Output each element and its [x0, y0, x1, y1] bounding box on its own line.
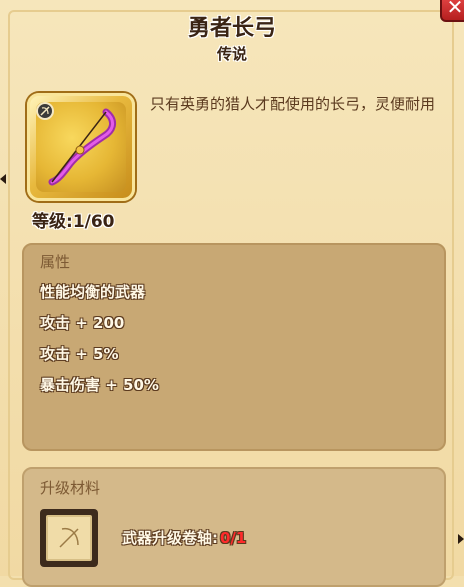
material-requirement: 武器升级卷轴: 0/1 [122, 527, 246, 548]
attributes-panel: 属性 性能均衡的武器 攻击 + 200 攻击 + 5% 暴击伤害 + 50% [22, 243, 446, 451]
level-label: 等级: [32, 212, 73, 232]
attribute-line: 攻击 + 5% [40, 345, 119, 363]
material-label: 武器升级卷轴: [122, 529, 218, 547]
item-title: 勇者长弓 [187, 16, 276, 41]
attribute-line: 性能均衡的武器 [40, 283, 146, 301]
item-rarity: 传说 [216, 45, 247, 63]
upgrade-title: 升级材料 [40, 479, 101, 497]
material-slot[interactable] [40, 509, 98, 567]
item-icon-card[interactable] [27, 93, 135, 201]
attribute-line: 攻击 + 200 [40, 314, 125, 332]
upgrade-materials-panel: 升级材料 武器升级卷轴: 0/1 [22, 467, 446, 587]
scroll-icon [46, 515, 92, 561]
item-description: 只有英勇的猎人才配使用的长弓，灵便耐用 [150, 95, 436, 113]
left-edge-arrow-icon [0, 174, 6, 184]
level-value: 1/60 [72, 212, 115, 232]
item-level: 等级:1/60 [32, 207, 115, 232]
material-count: 0/1 [220, 529, 247, 547]
attribute-line: 暴击伤害 + 50% [40, 376, 159, 394]
bow-type-badge-icon [36, 102, 54, 120]
right-edge-arrow-icon [458, 534, 464, 544]
item-detail-window: ✕ 勇者长弓 传说 等级:1/60 只有英勇的猎人才配使用的长弓，灵便耐用 属性… [0, 0, 464, 587]
attributes-title: 属性 [40, 253, 71, 271]
